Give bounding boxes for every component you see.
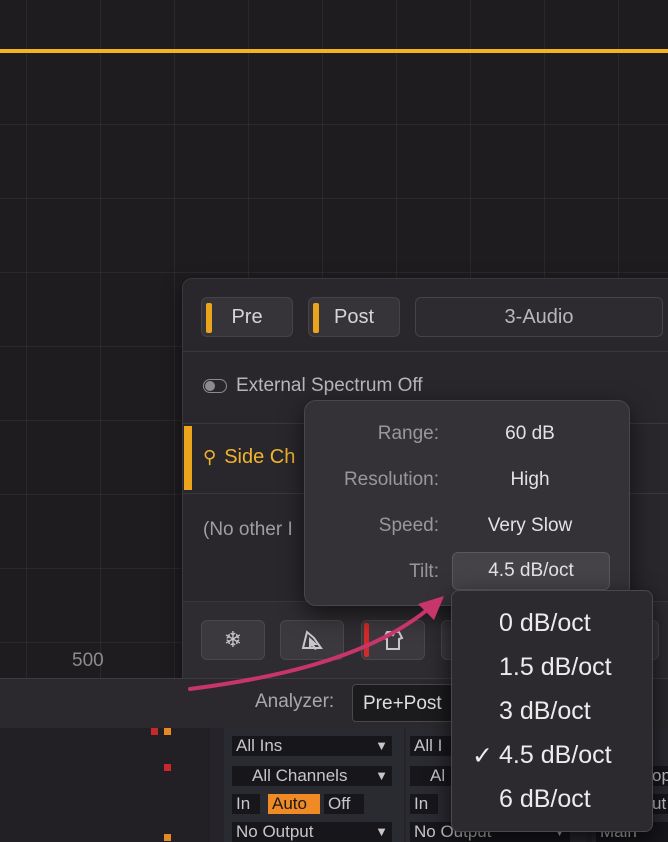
speed-label: Speed: xyxy=(378,515,439,536)
post-led xyxy=(313,303,319,333)
auto-label: ut xyxy=(652,794,667,813)
divider xyxy=(183,351,668,352)
checkmark-icon: ✓ xyxy=(472,742,493,770)
chevron-down-icon: ▼ xyxy=(375,824,388,839)
pin-icon: ⚲ xyxy=(203,447,217,467)
shape-button[interactable] xyxy=(280,620,344,660)
input-select[interactable]: All Ins ▼ xyxy=(232,736,392,756)
cursor-shape-icon xyxy=(301,630,323,650)
eq-curve[interactable] xyxy=(0,49,668,53)
analyzer-mode-value: Pre+Post xyxy=(363,693,442,714)
off-label: Off xyxy=(328,794,351,813)
range-row: Range: 60 dB xyxy=(305,419,629,447)
menu-item-label: 0 dB/oct xyxy=(499,609,591,637)
analyzer-label: Analyzer: xyxy=(255,691,335,712)
menu-item-3-db-oct[interactable]: 3 dB/oct xyxy=(452,691,652,731)
speed-row: Speed: Very Slow xyxy=(305,511,629,539)
channels-value: All Channels xyxy=(252,766,348,785)
in-button[interactable]: In xyxy=(232,794,260,814)
tilt-label: Tilt: xyxy=(409,561,439,582)
pre-label: Pre xyxy=(231,305,263,328)
off-button[interactable]: Off xyxy=(324,794,364,814)
menu-item-1-5-db-oct[interactable]: 1.5 dB/oct xyxy=(452,647,652,687)
menu-item-6-db-oct[interactable]: 6 dB/oct xyxy=(452,779,652,819)
source-label: 3-Audio xyxy=(504,305,574,328)
menu-item-label: 1.5 dB/oct xyxy=(499,653,612,681)
side-chain-indicator xyxy=(184,426,192,490)
channels-value: op xyxy=(652,766,668,785)
mixer-strip: All Ins ▼ All Channels ▼ In Auto Off No Ou… xyxy=(224,728,404,842)
pre-button[interactable]: Pre xyxy=(201,297,293,337)
resolution-value[interactable]: High xyxy=(455,469,605,491)
external-spectrum-label: External Spectrum Off xyxy=(236,375,423,396)
speed-value[interactable]: Very Slow xyxy=(455,515,605,537)
meter-dot xyxy=(164,764,171,771)
record-indicator xyxy=(364,623,369,657)
meter-dot xyxy=(151,728,158,735)
tilt-value: 4.5 dB/oct xyxy=(488,560,574,581)
snowflake-icon: ❄ xyxy=(223,627,243,652)
output-value: No Output xyxy=(236,822,314,841)
shirt-button[interactable] xyxy=(361,620,425,660)
tilt-select[interactable]: 4.5 dB/oct xyxy=(452,552,610,590)
pre-led xyxy=(206,303,212,333)
analyzer-settings-popover: Range: 60 dB Resolution: High Speed: Ver… xyxy=(304,400,630,606)
menu-item-label: 4.5 dB/oct xyxy=(499,741,612,769)
post-button[interactable]: Post xyxy=(308,297,400,337)
in-button[interactable]: In xyxy=(410,794,438,814)
channels-select[interactable]: All Channels ▼ xyxy=(232,766,392,786)
menu-item-4-5-db-oct[interactable]: ✓ 4.5 dB/oct xyxy=(452,735,652,775)
range-label: Range: xyxy=(377,423,439,444)
auto-button[interactable]: Auto xyxy=(268,794,320,814)
in-label: In xyxy=(414,794,429,813)
no-other-label: (No other I xyxy=(203,519,293,540)
tilt-dropdown-menu: 0 dB/oct 1.5 dB/oct 3 dB/oct ✓ 4.5 dB/oc… xyxy=(451,590,653,832)
menu-item-0-db-oct[interactable]: 0 dB/oct xyxy=(452,603,652,643)
chevron-down-icon: ▼ xyxy=(375,738,388,753)
toggle-icon xyxy=(203,379,227,393)
resolution-row: Resolution: High xyxy=(305,465,629,493)
output-select[interactable]: No Output ▼ xyxy=(232,822,392,842)
input-value: All Ins xyxy=(236,736,283,755)
menu-item-label: 3 dB/oct xyxy=(499,697,591,725)
auto-label: Auto xyxy=(272,794,307,813)
mixer-meters xyxy=(0,728,210,842)
frequency-label: 500 xyxy=(72,650,104,671)
post-label: Post xyxy=(333,305,375,328)
range-value[interactable]: 60 dB xyxy=(455,423,605,445)
side-chain-item[interactable]: ⚲ Side Ch xyxy=(203,446,295,469)
resolution-label: Resolution: xyxy=(343,469,439,490)
side-chain-label: Side Ch xyxy=(224,446,296,468)
external-spectrum-toggle[interactable]: External Spectrum Off xyxy=(203,375,423,397)
meter-dot xyxy=(164,728,171,735)
chevron-down-icon: ▼ xyxy=(375,768,388,783)
channels-value: Al xyxy=(430,766,446,785)
meter-dot xyxy=(164,834,171,841)
in-label: In xyxy=(236,794,251,813)
menu-item-label: 6 dB/oct xyxy=(499,785,591,813)
freeze-button[interactable]: ❄ xyxy=(201,620,265,660)
source-selector[interactable]: 3-Audio xyxy=(415,297,663,337)
shirt-icon xyxy=(382,631,404,650)
input-value: All I xyxy=(414,736,443,755)
